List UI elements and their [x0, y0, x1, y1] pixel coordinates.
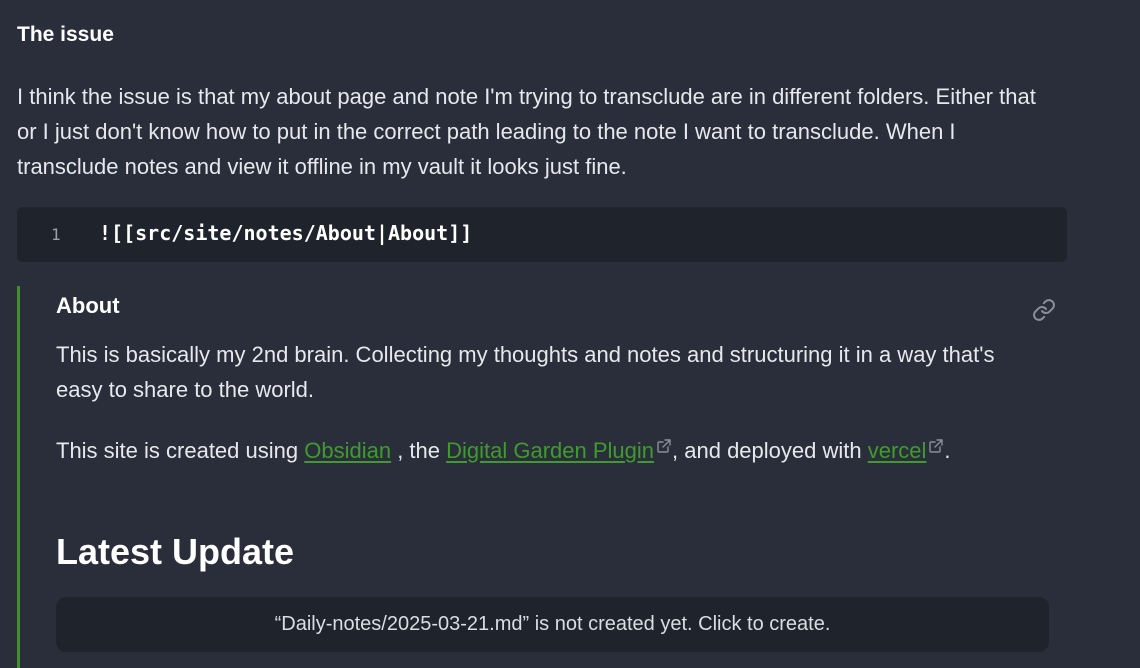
link-icon[interactable]: [1032, 298, 1056, 322]
p2-mid-2: , and deployed with: [672, 438, 868, 463]
external-link-icon: [929, 439, 944, 453]
external-link-icon: [657, 439, 671, 453]
latest-update-heading: Latest Update: [56, 531, 295, 572]
vercel-link[interactable]: vercel: [868, 438, 927, 463]
embed-paragraph-1: This is basically my 2nd brain. Collecti…: [56, 342, 995, 402]
create-note-button[interactable]: “Daily-notes/2025-03-21.md” is not creat…: [56, 597, 1049, 652]
code-text[interactable]: ![[src/site/notes/About|About]]: [99, 221, 472, 245]
p2-suffix: .: [944, 438, 951, 463]
digital-garden-link[interactable]: Digital Garden Plugin: [446, 438, 654, 463]
embed-title: About: [56, 293, 120, 318]
code-block[interactable]: 1 ![[src/site/notes/About|About]]: [17, 207, 1067, 262]
issue-paragraph: I think the issue is that my about page …: [17, 84, 1036, 179]
embed-paragraph-2: This site is created using Obsidian , th…: [56, 433, 1046, 468]
transclusion-embed: About This is basically my 2nd brain. Co…: [17, 286, 1067, 668]
code-line-number: 1: [51, 225, 61, 244]
p2-prefix: This site is created using: [56, 438, 305, 463]
issue-heading: The issue: [17, 23, 114, 46]
note-view: The issue I think the issue is that my a…: [0, 0, 1140, 668]
p2-mid-1: , the: [391, 438, 447, 463]
obsidian-link[interactable]: Obsidian: [304, 438, 391, 463]
